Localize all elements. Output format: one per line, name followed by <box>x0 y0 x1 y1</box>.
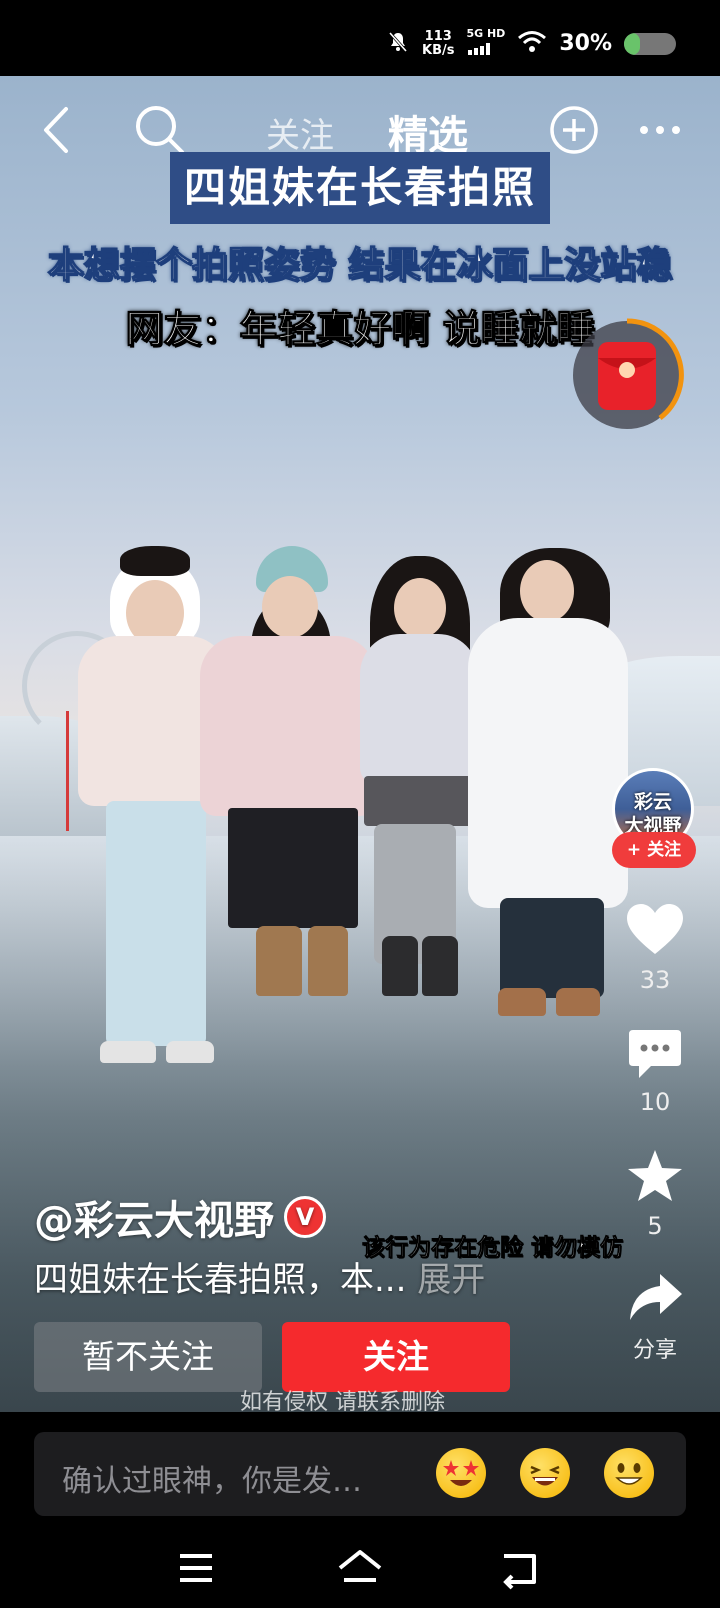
wifi-icon <box>517 30 547 58</box>
signal-icon <box>466 40 494 59</box>
favorite-button[interactable]: 5 <box>610 1148 700 1240</box>
more-icon <box>640 126 680 134</box>
back-button[interactable] <box>28 102 84 158</box>
red-pole <box>66 711 69 831</box>
comment-placeholder: 确认过眼神，你是发… <box>62 1464 362 1499</box>
back-icon <box>44 107 68 153</box>
share-icon <box>630 1274 682 1320</box>
like-count: 33 <box>639 966 671 994</box>
more-button[interactable] <box>632 102 688 158</box>
home-icon <box>338 1550 382 1582</box>
like-button[interactable]: 33 <box>610 902 700 994</box>
battery-percent: 30% <box>559 31 612 56</box>
laughing-emoji[interactable] <box>520 1448 570 1498</box>
add-circle-icon <box>550 106 598 154</box>
copyright-notice: 如有侵权 请联系删除 <box>240 1390 445 1415</box>
net-speed: 113 KB/s <box>422 28 455 58</box>
heart-icon <box>627 904 683 954</box>
status-bar: 113 KB/s 5G HD 30% <box>0 0 720 76</box>
battery-level <box>624 32 640 55</box>
person-2 <box>196 546 376 1096</box>
author-name[interactable]: @彩云大视野 V <box>34 1188 326 1246</box>
comment-count: 10 <box>639 1088 671 1116</box>
avatar-follow-button[interactable]: + 关注 <box>612 832 696 868</box>
verified-badge: V <box>284 1196 326 1238</box>
return-icon <box>503 1554 536 1590</box>
description-text: 四姐妹在长春拍照，本... <box>34 1260 407 1300</box>
comment-button[interactable]: 10 <box>610 1028 700 1116</box>
network-type: 5G HD <box>466 27 506 40</box>
star-icon <box>628 1150 682 1201</box>
avatar-text-line1: 彩云 <box>633 791 672 813</box>
red-packet-button[interactable] <box>570 318 684 432</box>
battery-icon <box>624 32 676 55</box>
home-button[interactable] <box>336 1546 386 1590</box>
video-caption-title: 四姐妹在长春拍照 <box>170 152 550 224</box>
search-button[interactable] <box>132 102 188 158</box>
follow-button[interactable]: 关注 <box>282 1322 510 1392</box>
comment-input[interactable]: 确认过眼神，你是发… <box>34 1432 686 1516</box>
search-icon <box>136 106 184 154</box>
menu-button[interactable] <box>176 1546 226 1590</box>
author-handle[interactable]: @彩云大视野 <box>34 1188 274 1246</box>
red-packet-icon <box>573 318 684 429</box>
star-eyes-emoji[interactable] <box>436 1448 486 1498</box>
not-now-button[interactable]: 暂不关注 <box>34 1322 262 1392</box>
menu-icon <box>180 1554 212 1582</box>
back-nav-button[interactable] <box>498 1546 548 1590</box>
mute-icon <box>386 30 410 58</box>
system-navigation-bar <box>0 1528 720 1608</box>
comment-icon <box>629 1030 681 1078</box>
grinning-emoji[interactable] <box>604 1448 654 1498</box>
favorite-count: 5 <box>647 1212 663 1240</box>
add-button[interactable] <box>546 102 602 158</box>
share-label: 分享 <box>632 1338 677 1363</box>
share-button[interactable]: 分享 <box>610 1272 700 1364</box>
tab-follow[interactable]: 关注 <box>266 108 334 157</box>
expand-link[interactable]: 展开 <box>417 1260 485 1300</box>
status-icons: 113 KB/s 5G HD 30% <box>386 28 676 59</box>
post-description[interactable]: 四姐妹在长春拍照，本... 展开 <box>34 1252 485 1301</box>
video-caption-line2: 本想摆个拍照姿势 结果在冰面上没站稳 <box>47 244 673 287</box>
cellular-indicator: 5G HD <box>466 28 505 59</box>
